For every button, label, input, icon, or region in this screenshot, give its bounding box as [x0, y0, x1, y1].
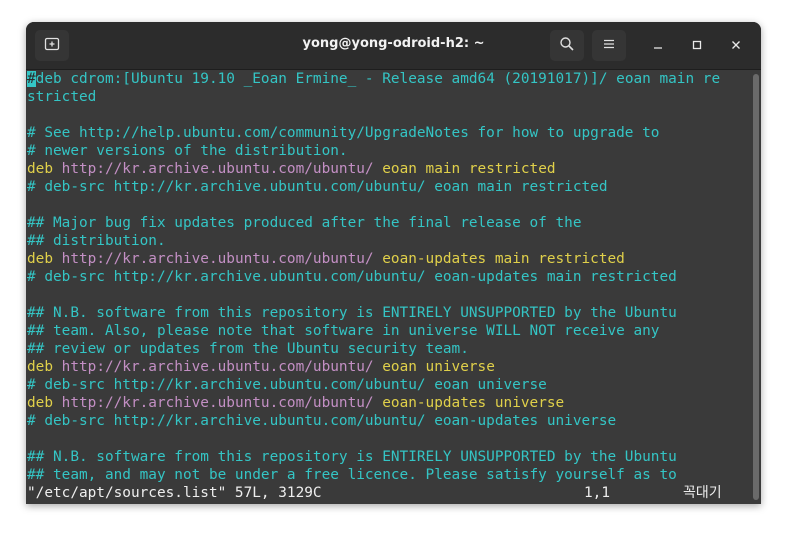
- line-segment: ## review or updates from the Ubuntu sec…: [27, 341, 469, 357]
- editor-lines: #deb cdrom:[Ubuntu 19.10 _Eoan Ermine_ -…: [26, 70, 751, 484]
- maximize-icon: [692, 39, 702, 54]
- line-segment: # deb-src http://kr.archive.ubuntu.com/u…: [27, 413, 617, 429]
- status-ime-label: 꼭대기: [683, 485, 722, 501]
- close-icon: [731, 39, 741, 54]
- line-segment: eoan-updates main restricted: [373, 251, 625, 267]
- line-segment: # See http://help.ubuntu.com/community/U…: [27, 125, 660, 141]
- editor-line: # newer versions of the distribution.: [26, 142, 751, 160]
- line-segment: http://kr.archive.ubuntu.com/ubuntu/: [53, 359, 374, 375]
- line-segment: deb: [27, 251, 53, 267]
- editor-line: ## team, and may not be under a free lic…: [26, 466, 751, 484]
- hamburger-menu-icon: [602, 36, 616, 55]
- text-cursor: #: [27, 71, 36, 87]
- minimize-icon: [653, 39, 663, 54]
- editor-line: ## N.B. software from this repository is…: [26, 304, 751, 322]
- minimize-button[interactable]: [646, 34, 670, 58]
- line-segment: http://kr.archive.ubuntu.com/ubuntu/: [53, 251, 374, 267]
- line-segment: ## team, and may not be under a free lic…: [27, 467, 677, 483]
- editor-line: # See http://help.ubuntu.com/community/U…: [26, 124, 751, 142]
- line-segment: ## distribution.: [27, 233, 166, 249]
- line-segment: ## Major bug fix updates produced after …: [27, 215, 582, 231]
- editor-line: # deb-src http://kr.archive.ubuntu.com/u…: [26, 268, 751, 286]
- menu-button[interactable]: [592, 30, 626, 61]
- status-file-info: "/etc/apt/sources.list" 57L, 3129C: [27, 485, 322, 501]
- editor-line: deb http://kr.archive.ubuntu.com/ubuntu/…: [26, 250, 751, 268]
- vim-status-line: "/etc/apt/sources.list" 57L, 3129C 1,1 꼭대기: [26, 484, 752, 502]
- editor-line: deb http://kr.archive.ubuntu.com/ubuntu/…: [26, 358, 751, 376]
- terminal-content[interactable]: #deb cdrom:[Ubuntu 19.10 _Eoan Ermine_ -…: [26, 70, 751, 504]
- close-button[interactable]: [724, 34, 748, 58]
- editor-line: ## review or updates from the Ubuntu sec…: [26, 340, 751, 358]
- line-segment: ## N.B. software from this repository is…: [27, 449, 677, 465]
- line-segment: # deb-src http://kr.archive.ubuntu.com/u…: [27, 377, 547, 393]
- line-segment: deb cdrom:[Ubuntu 19.10 _Eoan Ermine_ - …: [35, 71, 721, 87]
- maximize-button[interactable]: [685, 34, 709, 58]
- line-segment: # newer versions of the distribution.: [27, 143, 348, 159]
- search-button[interactable]: [550, 30, 584, 61]
- editor-line: ## Major bug fix updates produced after …: [26, 214, 751, 232]
- line-segment: eoan universe: [373, 359, 495, 375]
- line-segment: # deb-src http://kr.archive.ubuntu.com/u…: [27, 179, 608, 195]
- editor-line: # deb-src http://kr.archive.ubuntu.com/u…: [26, 376, 751, 394]
- line-segment: deb: [27, 161, 53, 177]
- line-segment: eoan main restricted: [373, 161, 556, 177]
- editor-line: deb http://kr.archive.ubuntu.com/ubuntu/…: [26, 160, 751, 178]
- editor-line: ## N.B. software from this repository is…: [26, 448, 751, 466]
- line-segment: http://kr.archive.ubuntu.com/ubuntu/: [53, 395, 374, 411]
- editor-line: #deb cdrom:[Ubuntu 19.10 _Eoan Ermine_ -…: [26, 70, 751, 88]
- search-icon: [559, 36, 575, 56]
- line-segment: ## N.B. software from this repository is…: [27, 305, 677, 321]
- line-segment: # deb-src http://kr.archive.ubuntu.com/u…: [27, 269, 677, 285]
- line-segment: eoan-updates universe: [373, 395, 565, 411]
- title-bar[interactable]: yong@yong-odroid-h2: ~: [26, 22, 761, 70]
- line-segment: deb: [27, 395, 53, 411]
- scrollbar[interactable]: [753, 74, 759, 500]
- status-cursor-position: 1,1: [584, 485, 610, 501]
- terminal-window: yong@yong-odroid-h2: ~ #deb cdrom:[Ubunt…: [26, 22, 761, 504]
- editor-line: # deb-src http://kr.archive.ubuntu.com/u…: [26, 412, 751, 430]
- editor-line: stricted: [26, 88, 751, 106]
- editor-line: ## distribution.: [26, 232, 751, 250]
- line-segment: deb: [27, 359, 53, 375]
- line-segment: ## team. Also, please note that software…: [27, 323, 660, 339]
- line-segment: stricted: [27, 89, 97, 105]
- line-segment: http://kr.archive.ubuntu.com/ubuntu/: [53, 161, 374, 177]
- editor-line: ## team. Also, please note that software…: [26, 322, 751, 340]
- editor-line: deb http://kr.archive.ubuntu.com/ubuntu/…: [26, 394, 751, 412]
- editor-line: # deb-src http://kr.archive.ubuntu.com/u…: [26, 178, 751, 196]
